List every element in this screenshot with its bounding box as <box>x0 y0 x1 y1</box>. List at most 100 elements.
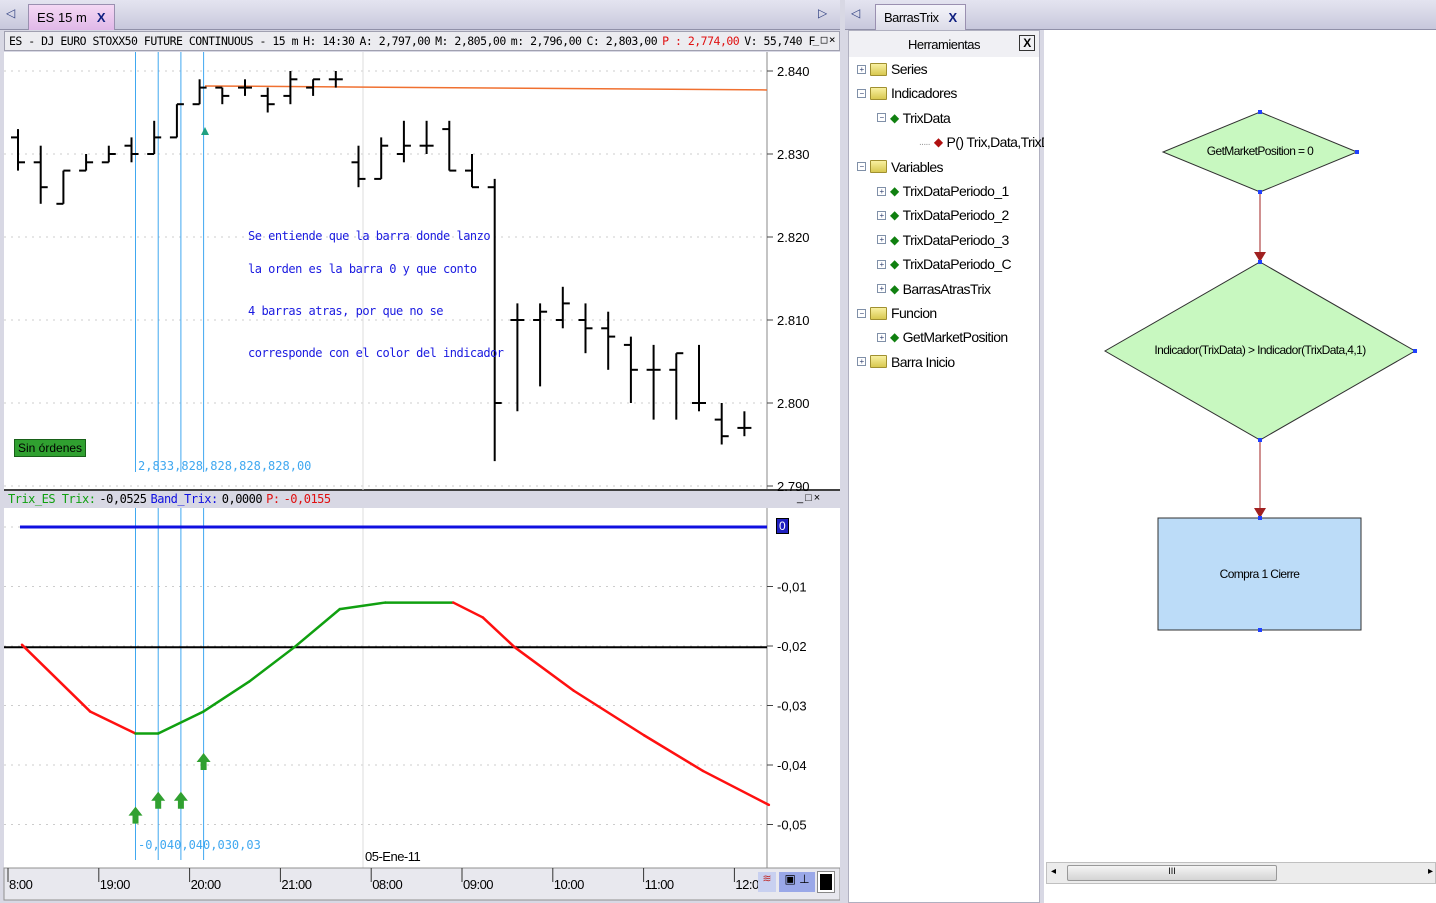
folder-icon <box>870 86 887 100</box>
collapse-icon[interactable]: − <box>877 113 886 123</box>
annotation-line: Se entiende que la barra donde lanzo <box>248 229 491 243</box>
expand-icon[interactable]: + <box>877 210 886 220</box>
date-label: 05-Ene-11 <box>365 849 421 864</box>
chart-annotation: Se entiende que la barra donde lanzo la … <box>248 228 504 361</box>
folder-icon <box>870 355 887 369</box>
close-value: C: 2,803,00 <box>586 34 658 48</box>
diamond-icon: ◆ <box>890 232 899 247</box>
hour-value: H: 14:30 <box>303 34 355 48</box>
folder-icon <box>870 306 887 320</box>
tree-item-label: TrixDataPeriodo_3 <box>902 231 1010 248</box>
indicator-maximize-button[interactable]: □ <box>805 492 812 504</box>
expand-icon[interactable]: + <box>877 332 886 342</box>
tree-item-label: Funcion <box>891 305 937 321</box>
expand-icon[interactable]: + <box>877 235 886 245</box>
tree-item[interactable]: + ◆ GetMarketPosition <box>877 327 1008 347</box>
strategy-tab-bar: ◁ BarrasTrix X <box>845 0 1436 30</box>
indicator-window-buttons: _ □ × <box>797 492 820 504</box>
tree-item-label: TrixData <box>902 109 951 126</box>
close-button[interactable]: × <box>829 33 836 46</box>
tab-close-icon[interactable]: X <box>97 10 106 25</box>
expand-icon[interactable]: + <box>877 186 886 196</box>
tab-scroll-left-icon[interactable]: ◁ <box>6 6 15 20</box>
diamond-icon: ◆ <box>890 184 899 198</box>
background-color-icon[interactable] <box>817 871 835 893</box>
x-tick-label: 11:00 <box>645 877 674 892</box>
flowchart-hscrollbar[interactable]: ◂ III ▸ <box>1046 862 1436 884</box>
y-tick-label: 2.820 <box>777 230 810 245</box>
tree-item-label: TrixDataPeriodo_C <box>902 256 1012 273</box>
tools-panel-header: Herramientas X <box>849 31 1039 57</box>
tree-item[interactable]: + ◆ TrixDataPeriodo_1 <box>877 181 1009 201</box>
tools-panel: Herramientas X + Series − Indicadores − ◆ Trix… <box>848 30 1069 903</box>
flow-node-3-label: Compra 1 Cierre <box>1219 567 1300 581</box>
expand-icon[interactable]: + <box>857 64 866 74</box>
tools-panel-title: Herramientas <box>907 37 981 52</box>
tree-item[interactable]: + Series <box>857 59 928 79</box>
y-tick-label: -0,05 <box>777 818 807 833</box>
save-pin-icon[interactable]: ▣ ⊥ <box>779 872 815 892</box>
symbol-label: ES - DJ EURO STOXX50 FUTURE CONTINUOUS -… <box>9 34 299 48</box>
expand-icon[interactable]: + <box>857 357 866 367</box>
diamond-icon: ◆ <box>890 257 899 272</box>
tree-item-label: Variables <box>891 158 944 175</box>
diamond-icon: ◆ <box>890 281 899 296</box>
tree-item[interactable]: − Variables <box>857 157 944 177</box>
tree-item[interactable]: + ◆ BarrasAtrasTrix <box>877 279 991 299</box>
indicator-header: Trix_ES Trix: -0,0525 Band_Trix: 0,0000 … <box>8 492 331 506</box>
indicator-overlay-label: -0,040,040,030,03 <box>138 838 261 852</box>
tools-panel-close-button[interactable]: X <box>1019 35 1035 51</box>
orders-badge[interactable]: Sin órdenes <box>14 439 87 457</box>
indicator-minimize-button[interactable]: _ <box>797 492 803 504</box>
collapse-icon[interactable]: − <box>857 88 866 98</box>
scrollbar-thumb[interactable]: III <box>1067 865 1277 881</box>
x-tick-label: 09:00 <box>463 877 493 892</box>
y-tick-label: -0,02 <box>777 639 807 654</box>
maximize-button[interactable]: □ <box>821 33 828 46</box>
x-tick-label: 8:00 <box>9 877 33 892</box>
tab-barrastrix[interactable]: BarrasTrix X <box>875 4 967 30</box>
trix-value: -0,0525 <box>99 492 147 506</box>
tree-item[interactable]: − Funcion <box>857 303 937 323</box>
chart-header: ES - DJ EURO STOXX50 FUTURE CONTINUOUS -… <box>4 31 840 51</box>
collapse-icon[interactable]: − <box>857 162 866 172</box>
low-value: m: 2,796,00 <box>510 34 582 48</box>
tab-scroll-right-icon[interactable]: ▷ <box>818 6 827 20</box>
y-tick-label: 2.810 <box>777 313 810 328</box>
x-tick-label: 19:00 <box>100 877 130 892</box>
price-value: P : 2,774,00 <box>662 34 740 48</box>
tree-item-label: Indicadores <box>891 85 957 102</box>
annotation-line: la orden es la barra 0 y que conto <box>248 262 477 276</box>
tree-item[interactable]: + ◆ TrixDataPeriodo_C <box>877 254 1012 274</box>
p-label: P: <box>266 492 280 506</box>
scroll-left-icon[interactable]: ◂ <box>1051 866 1056 877</box>
annotation-line: corresponde con el color del indicador <box>248 346 504 360</box>
chart-tab-bar: ◁ ES 15 m X ▷ <box>0 0 840 30</box>
flowchart-canvas: GetMarketPosition = 0 Indicador(TrixData… <box>1044 30 1436 903</box>
y-tick-label: -0,03 <box>777 699 807 714</box>
price-overlay-label: 2,833,828,828,828,828,00 <box>138 459 312 473</box>
scroll-right-icon[interactable]: ▸ <box>1428 866 1433 877</box>
minimize-button[interactable]: _ <box>813 33 820 46</box>
volume-value: V: 55,740 F <box>744 34 815 48</box>
tree-item[interactable]: + ◆ TrixDataPeriodo_2 <box>877 205 1009 225</box>
chart-area[interactable]: 2.8402.8302.8202.8102.8002.790 -0,01-0,0… <box>0 52 840 903</box>
tree-item[interactable]: − Indicadores <box>857 83 957 103</box>
expand-icon[interactable]: + <box>877 284 886 294</box>
tab-close-icon[interactable]: X <box>948 10 957 25</box>
trix-name: Trix_ES Trix: <box>8 492 96 506</box>
tree-connector: ..... <box>919 136 931 148</box>
tree-item[interactable]: + ◆ TrixDataPeriodo_3 <box>877 230 1009 250</box>
tree-item[interactable]: + Barra Inicio <box>857 352 955 372</box>
color-palette-icon[interactable]: ≋ <box>758 872 776 892</box>
diamond-icon: ◆ <box>933 135 943 150</box>
tab-es-15m[interactable]: ES 15 m X <box>28 4 115 30</box>
x-tick-label: 08:00 <box>372 877 402 892</box>
tab-label: BarrasTrix <box>884 10 939 25</box>
tab-scroll-left-icon[interactable]: ◁ <box>851 6 860 20</box>
collapse-icon[interactable]: − <box>857 308 866 318</box>
indicator-close-button[interactable]: × <box>814 492 820 504</box>
expand-icon[interactable]: + <box>877 259 886 269</box>
flow-node-1-label: GetMarketPosition = 0 <box>1206 144 1314 158</box>
tree-item[interactable]: − ◆ TrixData <box>877 108 951 128</box>
